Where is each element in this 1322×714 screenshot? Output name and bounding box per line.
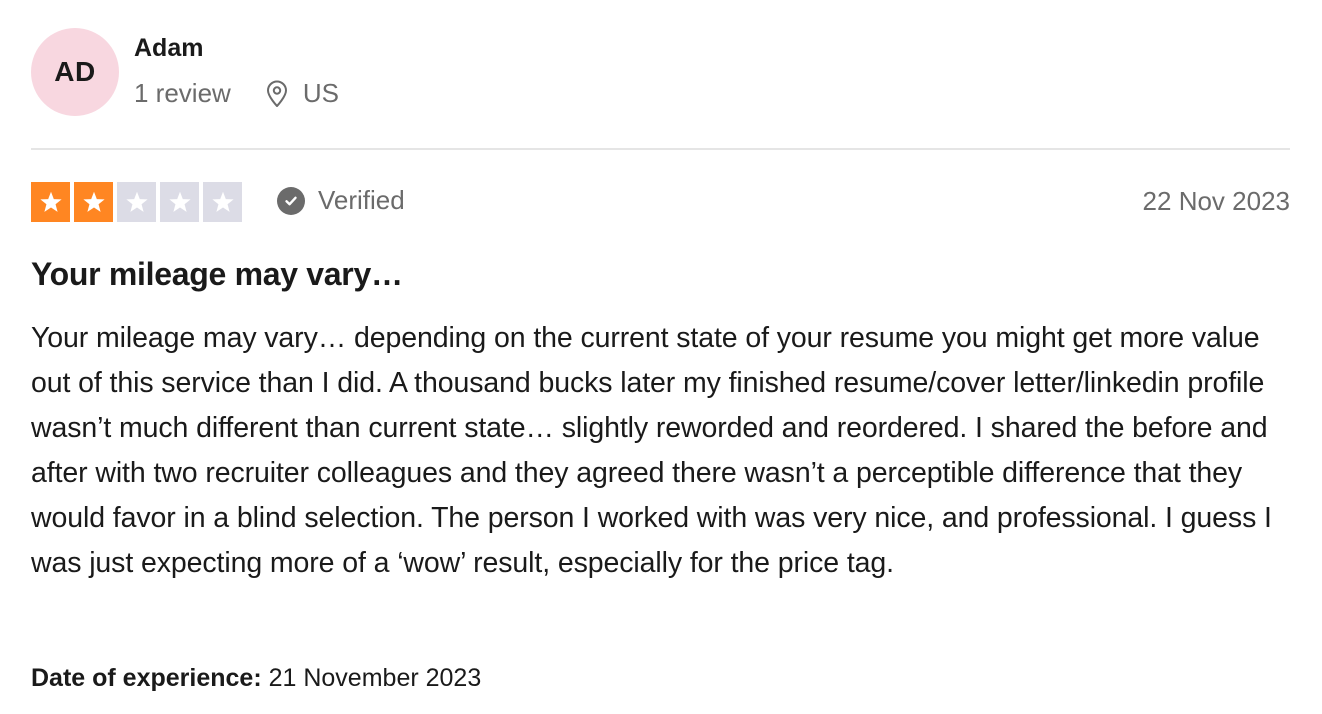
star-icon bbox=[203, 182, 242, 222]
checkmark-circle-icon bbox=[277, 186, 305, 215]
consumer-name[interactable]: Adam bbox=[134, 34, 203, 63]
star-icon bbox=[160, 182, 199, 222]
review-date: 22 Nov 2023 bbox=[1142, 186, 1290, 216]
consumer-meta: 1 review US bbox=[134, 78, 339, 109]
location-pin-icon bbox=[266, 80, 287, 107]
verified-text: Verified bbox=[318, 185, 405, 215]
date-of-experience: Date of experience: 21 November 2023 bbox=[31, 664, 481, 693]
country: US bbox=[302, 78, 339, 108]
review-count: 1 review bbox=[134, 78, 231, 108]
star-rating bbox=[31, 182, 242, 222]
divider bbox=[31, 148, 1290, 150]
consumer-info[interactable]: AD Adam 1 review US bbox=[31, 28, 631, 116]
verified-label[interactable]: Verified bbox=[277, 185, 405, 216]
avatar[interactable]: AD bbox=[31, 28, 119, 116]
rating-row: Verified 22 Nov 2023 bbox=[31, 182, 1290, 222]
avatar-initials: AD bbox=[54, 56, 96, 87]
experience-date: 21 November 2023 bbox=[268, 664, 482, 692]
review-card: AD Adam 1 review US Verified 22 Nov 2023… bbox=[31, 0, 1290, 714]
star-icon bbox=[74, 182, 113, 222]
star-icon bbox=[117, 182, 156, 222]
review-title[interactable]: Your mileage may vary… bbox=[31, 256, 403, 293]
consumer-location: US bbox=[265, 78, 339, 109]
review-body: Your mileage may vary… depending on the … bbox=[31, 322, 1272, 579]
star-icon bbox=[31, 182, 70, 222]
experience-label: Date of experience: bbox=[31, 664, 262, 692]
